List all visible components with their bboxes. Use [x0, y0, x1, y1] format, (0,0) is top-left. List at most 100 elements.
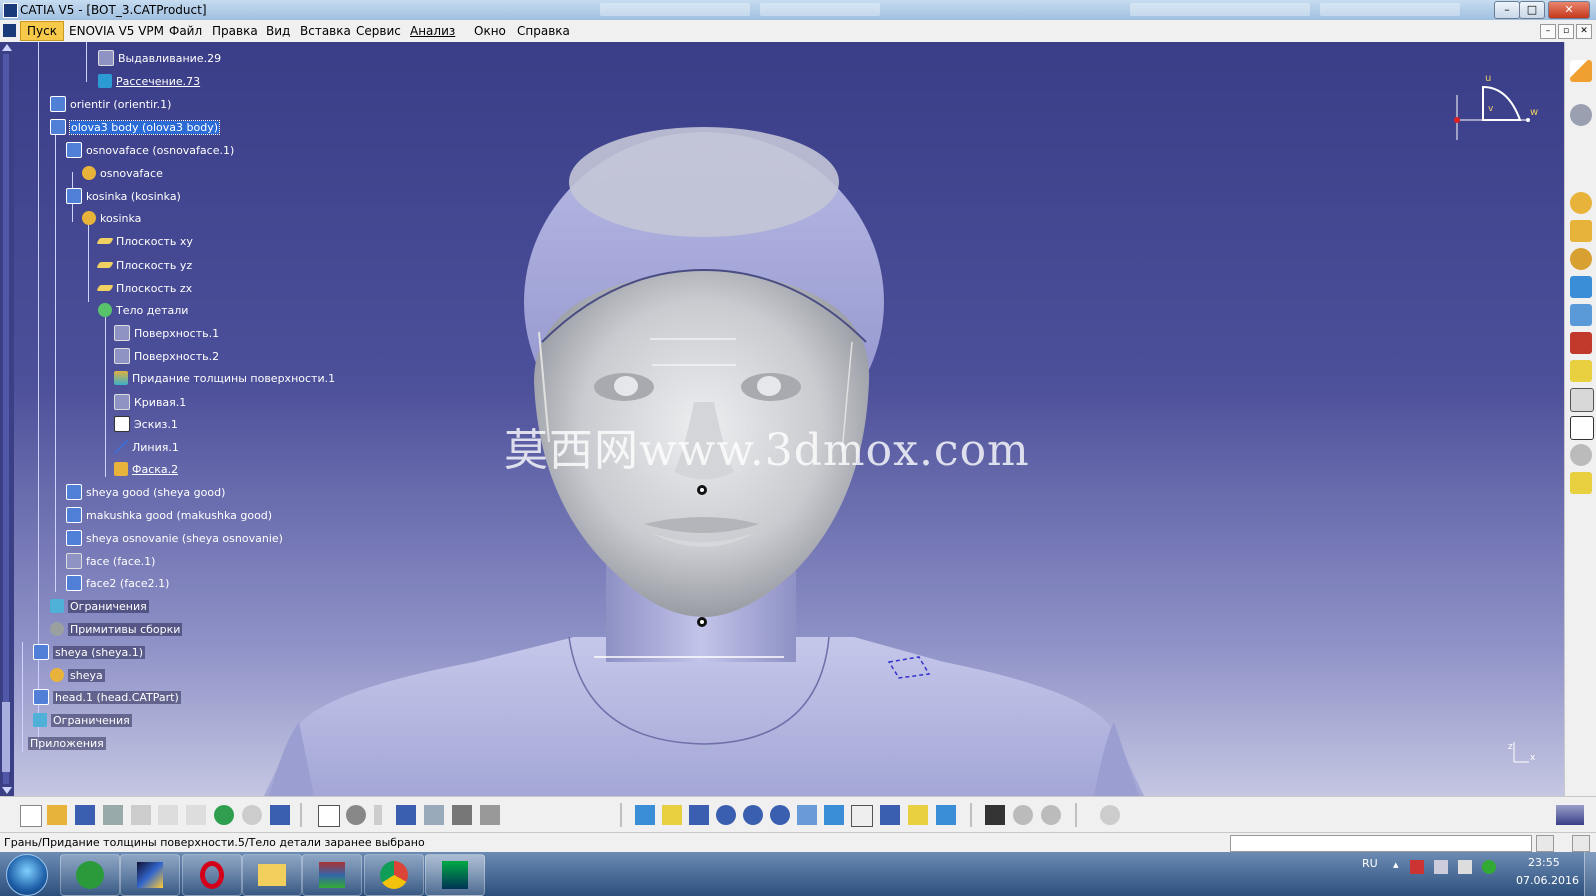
tree-node[interactable]: Фаска.2	[114, 460, 178, 478]
fit-all-icon[interactable]	[662, 805, 682, 825]
tree-node-selected[interactable]: olova3 body (olova3 body)	[50, 118, 221, 136]
flag-icon[interactable]	[1410, 860, 1424, 874]
constraint-icon[interactable]	[452, 805, 472, 825]
tray-app-icon[interactable]	[1482, 860, 1496, 874]
chrome-app-icon[interactable]	[364, 854, 424, 896]
tree-node[interactable]: face (face.1)	[66, 552, 155, 570]
tree-node[interactable]: sheya (sheya.1)	[33, 643, 146, 661]
measure-icon[interactable]	[374, 805, 382, 825]
menu-help[interactable]: Справка	[517, 24, 570, 38]
tree-node[interactable]: makushka good (makushka good)	[66, 506, 272, 524]
existing-component-icon[interactable]	[1570, 248, 1592, 270]
language-indicator[interactable]: RU	[1362, 857, 1378, 870]
menu-enovia[interactable]: ENOVIA V5 VPM	[69, 24, 164, 38]
tree-node[interactable]: Плоскость xy	[96, 232, 193, 250]
explode-icon[interactable]	[1570, 472, 1592, 494]
new-part-icon[interactable]	[1570, 220, 1592, 242]
app-window-icon[interactable]	[120, 854, 180, 896]
table-icon[interactable]	[396, 805, 416, 825]
doc-minimize-button[interactable]: –	[1540, 24, 1556, 39]
manipulation-icon[interactable]	[1013, 805, 1033, 825]
reorder-icon[interactable]	[1570, 332, 1592, 354]
snap-icon[interactable]	[1570, 444, 1592, 466]
command-input[interactable]	[1230, 835, 1532, 852]
tree-node[interactable]: kosinka (kosinka)	[66, 187, 181, 205]
tree-node[interactable]: Тело детали	[98, 301, 188, 319]
start-button[interactable]	[6, 854, 48, 896]
paste-icon[interactable]	[186, 805, 206, 825]
save-icon[interactable]	[75, 805, 95, 825]
tree-node[interactable]: Плоскость yz	[96, 256, 192, 274]
hide-show-icon[interactable]	[908, 805, 928, 825]
shading-icon[interactable]	[880, 805, 900, 825]
command-options-icon[interactable]	[1536, 835, 1554, 852]
zoom-in-icon[interactable]	[743, 805, 763, 825]
swap-visible-space-icon[interactable]	[936, 805, 956, 825]
minimize-button[interactable]: –	[1494, 1, 1520, 19]
tree-node[interactable]: face2 (face2.1)	[66, 574, 169, 592]
tree-node[interactable]: Эскиз.1	[114, 415, 178, 433]
zoom-out-icon[interactable]	[770, 805, 790, 825]
menu-insert[interactable]: Вставка	[300, 24, 351, 38]
undo-icon[interactable]	[214, 805, 234, 825]
menu-tools[interactable]: Сервис	[356, 24, 401, 38]
copy-icon[interactable]	[158, 805, 178, 825]
help-whats-this-icon[interactable]	[270, 805, 290, 825]
menu-file[interactable]: Файл	[169, 24, 202, 38]
multi-instantiation-icon[interactable]	[1570, 360, 1592, 382]
volume-icon[interactable]	[1458, 860, 1472, 874]
align-icon[interactable]	[480, 805, 500, 825]
tree-node[interactable]: sheya good (sheya good)	[66, 483, 225, 501]
cut-icon[interactable]	[131, 805, 151, 825]
tree-node[interactable]: head.1 (head.CATPart)	[33, 688, 181, 706]
tree-node[interactable]: Поверхность.2	[114, 347, 219, 365]
document-icon[interactable]	[3, 24, 16, 37]
rotate-tool-icon[interactable]	[1570, 104, 1592, 126]
component-gear-icon[interactable]	[1570, 192, 1592, 214]
show-desktop-button[interactable]	[1584, 852, 1596, 896]
tree-node[interactable]: osnovaface	[82, 164, 163, 182]
winrar-app-icon[interactable]	[302, 854, 362, 896]
tree-node[interactable]: Приложения	[28, 734, 106, 752]
maximize-button[interactable]: □	[1519, 1, 1545, 19]
new-document-icon[interactable]	[20, 805, 42, 827]
tree-node[interactable]: Выдавливание.29	[98, 49, 221, 67]
menu-start[interactable]: Пуск	[20, 21, 64, 41]
multi-view-icon[interactable]	[824, 805, 844, 825]
refresh-icon[interactable]	[1100, 805, 1120, 825]
tree-node[interactable]: orientir (orientir.1)	[50, 95, 171, 113]
print-icon[interactable]	[103, 805, 123, 825]
pan-icon[interactable]	[689, 805, 709, 825]
knowledge-advisor-icon[interactable]	[346, 805, 366, 825]
menu-analysis[interactable]: Анализ	[410, 24, 455, 38]
tree-node[interactable]: sheya	[50, 666, 105, 684]
tree-node[interactable]: Плоскость zx	[96, 279, 192, 297]
clock-time[interactable]: 23:55	[1528, 856, 1560, 869]
tree-node[interactable]: Примитивы сборки	[50, 620, 183, 638]
graph-tree-icon[interactable]	[1570, 304, 1592, 326]
doc-close-button[interactable]: ✕	[1576, 24, 1592, 39]
doc-restore-button[interactable]: ▫	[1558, 24, 1574, 39]
catalog-icon[interactable]	[424, 805, 444, 825]
tree-node[interactable]: Придание толщины поверхности.1	[114, 369, 335, 387]
network-icon[interactable]	[1434, 860, 1448, 874]
utorrent-app-icon[interactable]	[60, 854, 120, 896]
close-button[interactable]: ✕	[1548, 1, 1590, 19]
tree-node[interactable]: Поверхность.1	[114, 324, 219, 342]
tree-node[interactable]: Ограничения	[50, 597, 149, 615]
select-arrow-icon[interactable]	[1570, 60, 1592, 82]
replace-component-icon[interactable]	[1570, 276, 1592, 298]
compass-widget[interactable]: u v w	[1450, 65, 1540, 145]
tree-node[interactable]: osnovaface (osnovaface.1)	[66, 141, 234, 159]
camera-icon[interactable]	[985, 805, 1005, 825]
fast-multi-instantiation-icon[interactable]	[1570, 388, 1594, 412]
normal-view-icon[interactable]	[797, 805, 817, 825]
menu-view[interactable]: Вид	[266, 24, 290, 38]
clock-date[interactable]: 07.06.2016	[1516, 874, 1579, 887]
explorer-folder-icon[interactable]	[242, 854, 302, 896]
menu-window[interactable]: Окно	[474, 24, 506, 38]
formula-icon[interactable]	[318, 805, 340, 827]
tree-node[interactable]: Ограничения	[33, 711, 132, 729]
tree-node[interactable]: kosinka	[82, 209, 141, 227]
open-folder-icon[interactable]	[47, 805, 67, 825]
